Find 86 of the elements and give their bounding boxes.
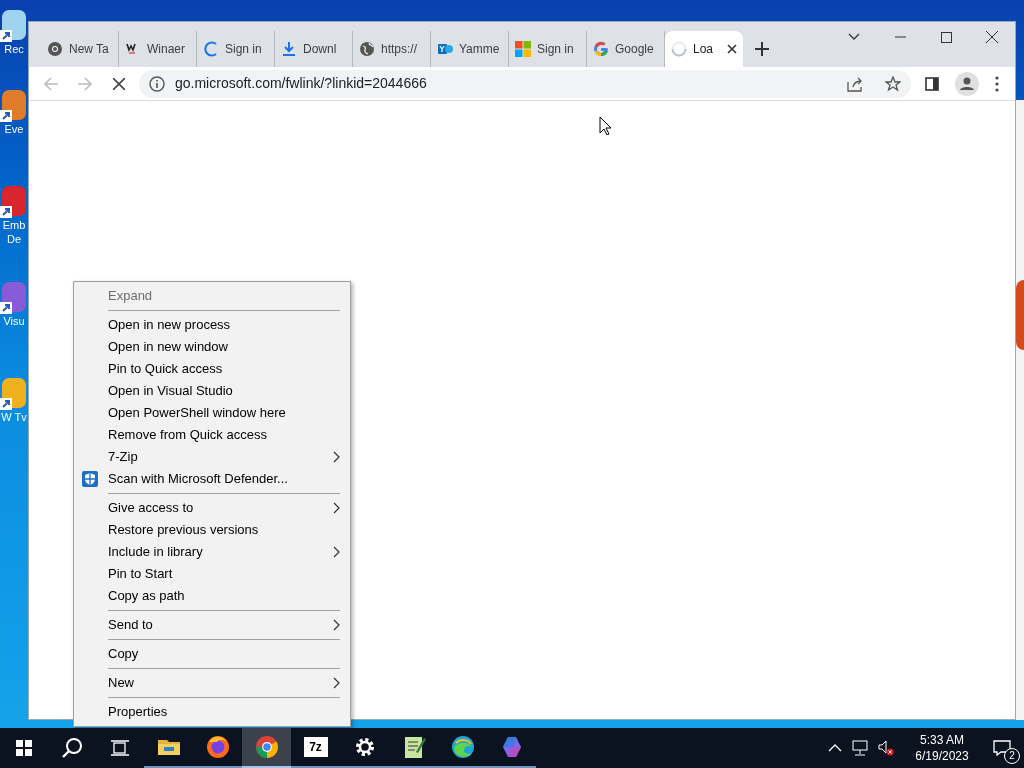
menu-item[interactable]: Copy as path [74,585,350,607]
menu-item[interactable]: Restore previous versions [74,519,350,541]
chrome-icon [47,41,63,57]
desktop-icon-label[interactable]: Rec [0,42,28,56]
shortcut-icon[interactable] [0,378,26,410]
muted-speaker-icon[interactable] [878,740,894,756]
menu-item[interactable]: Give access to [74,497,350,519]
menu-item[interactable]: Open in Visual Studio [74,380,350,402]
spinner-icon [671,41,687,57]
share-icon[interactable] [847,75,863,92]
edge-icon [449,734,476,760]
menu-item[interactable]: Include in library [74,541,350,563]
mouse-cursor-icon [599,116,611,135]
desktop-icon-label[interactable]: W Tv [0,410,28,424]
menu-item[interactable]: Properties [74,701,350,723]
menu-item[interactable]: New [74,672,350,694]
tab-title: Sign in [537,41,574,58]
menu-item[interactable]: Remove from Quick access [74,424,350,446]
side-panel-icon[interactable] [925,76,939,91]
tab-title: Sign in [225,41,262,58]
url-text: go.microsoft.com/fwlink/?linkid=2044666 [175,74,427,93]
search-icon[interactable] [61,737,83,759]
browser-tab[interactable]: Downl [275,31,353,67]
desktop-icon-label[interactable]: Emb De [0,218,28,246]
address-bar[interactable]: go.microsoft.com/fwlink/?linkid=2044666 [139,69,911,98]
desktop-icon-label[interactable]: Visu [0,314,28,328]
notification-icon[interactable] [993,740,1011,756]
menu-item[interactable]: Pin to Quick access [74,358,350,380]
app-label: 7z [303,737,328,757]
desktop-icon-label[interactable]: Eve [0,122,28,136]
browser-tab[interactable]: Loa [665,31,743,67]
close-icon[interactable] [986,31,998,43]
browser-tab[interactable]: Sign in [197,31,275,67]
close-tab-icon[interactable] [727,44,737,54]
tab-title: https:// [381,41,418,58]
menu-item[interactable]: 7-Zip [74,446,350,468]
spinner-icon [203,41,219,57]
chrome-icon [253,734,280,760]
taskbar-app-button[interactable]: 7z [291,728,340,768]
tab-title: New Ta [69,41,109,58]
menu-item[interactable]: Open PowerShell window here [74,402,350,424]
menu-item[interactable]: Send to [74,614,350,636]
network-icon[interactable] [852,740,870,756]
chevron-up-icon[interactable] [828,744,842,752]
tab-title: Yamme [459,41,500,58]
task-view-icon[interactable] [111,740,129,756]
firefox-icon [204,734,231,760]
download-icon [281,41,297,57]
shield-icon [82,471,98,487]
tab-title: Winaer [147,41,185,58]
yammer-icon [437,41,453,57]
browser-tab[interactable]: Yamme [431,31,509,67]
menu-item[interactable]: Copy [74,643,350,665]
minimize-icon[interactable] [894,36,906,38]
app-logo-icon [1016,280,1024,350]
globe-icon [359,41,375,57]
maximize-icon[interactable] [940,31,952,43]
info-icon [149,75,165,92]
notification-badge: 2 [1004,748,1020,764]
menu-item[interactable]: Scan with Microsoft Defender... [74,468,350,490]
shortcut-icon[interactable] [0,282,26,314]
tab-title: Downl [303,41,337,58]
menu-item[interactable]: Pin to Start [74,563,350,585]
menu-item[interactable]: Open in new process [74,314,350,336]
menu-icon[interactable] [995,75,999,92]
menu-item[interactable]: Open in new window [74,336,350,358]
tab-title: Google [615,41,654,58]
new-tab-icon[interactable] [755,42,769,56]
browser-tab[interactable]: New Ta [41,31,119,67]
chevron-down-icon[interactable] [848,33,860,41]
shortcut-icon[interactable] [0,186,26,218]
four-squares-icon [515,41,531,57]
browser-tab[interactable]: Sign in [509,31,587,67]
star-icon[interactable] [885,75,901,92]
shortcut-icon[interactable] [0,10,26,42]
clock-time[interactable]: 5:33 AM [920,732,964,748]
stop-icon[interactable] [113,77,125,90]
clock-date[interactable]: 6/19/2023 [915,748,969,764]
windows-logo-icon[interactable] [16,740,32,756]
browser-tab[interactable]: Winaer [119,31,197,67]
shortcut-icon[interactable] [0,90,26,122]
profile-icon[interactable] [955,71,979,96]
browser-tab[interactable]: https:// [353,31,431,67]
tab-title: Loa [693,41,714,58]
taskbar-app-button[interactable] [242,728,291,768]
g-logo-icon [593,41,609,57]
